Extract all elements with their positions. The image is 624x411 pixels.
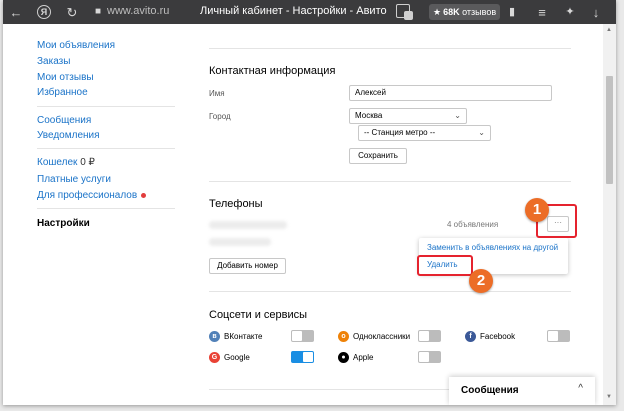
lock-icon: ■ (94, 6, 102, 17)
browser-toolbar: ← Я ↻ ■ www.avito.ru Личный кабинет - На… (3, 0, 616, 24)
service-name: Google (224, 352, 250, 362)
contact-info-heading: Контактная информация (209, 65, 336, 77)
highlight-delete-item (417, 255, 473, 276)
sidebar-item-notifications[interactable]: Уведомления (37, 130, 100, 141)
phones-heading: Телефоны (209, 198, 263, 210)
sidebar-divider (37, 106, 175, 107)
service-odnoklassniki: о Одноклассники (338, 329, 410, 343)
reviews-label: отзывов (462, 7, 497, 17)
scroll-down-icon[interactable]: ▼ (606, 394, 612, 400)
service-name: Apple (353, 352, 374, 362)
sidebar-item-wallet[interactable]: Кошелек 0 ₽ (37, 157, 95, 168)
scroll-up-icon[interactable]: ▲ (606, 27, 612, 33)
blurred-phone-number (209, 221, 287, 229)
service-name: ВКонтакте (224, 331, 263, 341)
section-divider (209, 48, 571, 49)
sidebar-item-for-pros[interactable]: Для профессионалов (37, 190, 147, 201)
step-marker-2: 2 (469, 269, 493, 293)
step-marker-1: 1 (525, 198, 549, 222)
apple-toggle[interactable] (418, 351, 441, 363)
refresh-icon[interactable]: ↻ (63, 3, 81, 21)
phone-ads-count: 4 объявления (447, 220, 499, 229)
sidebar-item-orders[interactable]: Заказы (37, 56, 70, 67)
chevron-down-icon: ⌄ (454, 111, 461, 120)
tab-icon[interactable] (396, 4, 413, 20)
section-divider (209, 291, 571, 292)
chevron-up-icon[interactable]: ^ (578, 383, 583, 394)
service-google: G Google (209, 350, 250, 364)
blurred-phone-number (209, 238, 271, 246)
sidebar-divider (37, 208, 175, 209)
menu-icon[interactable]: ≡ (533, 3, 551, 21)
sidebar-divider (37, 148, 175, 149)
sidebar-item-my-ads[interactable]: Мои объявления (37, 40, 115, 51)
sidebar-item-paid-services[interactable]: Платные услуги (37, 174, 111, 185)
service-vkontakte: в ВКонтакте (209, 329, 263, 343)
service-name: Facebook (480, 331, 516, 341)
messages-panel-title: Сообщения (461, 385, 519, 396)
browser-window: ← Я ↻ ■ www.avito.ru Личный кабинет - На… (3, 0, 616, 405)
section-divider (209, 181, 571, 182)
messages-panel[interactable]: Сообщения ^ (449, 377, 595, 405)
page-tab-title: Личный кабинет - Настройки - Авито (200, 5, 387, 17)
service-facebook: f Facebook (465, 329, 515, 343)
ok-icon: о (338, 330, 349, 342)
city-value: Москва (355, 111, 383, 120)
city-select[interactable]: Москва ⌄ (349, 108, 467, 124)
for-pros-label: Для профессионалов (37, 190, 138, 201)
sidebar-item-my-reviews[interactable]: Мои отзывы (37, 72, 94, 83)
google-toggle[interactable] (291, 351, 314, 363)
wallet-balance: 0 ₽ (80, 157, 95, 168)
vk-toggle[interactable] (291, 330, 314, 342)
facebook-icon: f (465, 330, 476, 342)
name-label: Имя (209, 89, 225, 98)
facebook-toggle[interactable] (547, 330, 570, 342)
notification-dot-icon (141, 192, 147, 198)
chevron-down-icon: ⌄ (478, 128, 485, 137)
reviews-count: 68K (443, 7, 460, 17)
service-apple: ● Apple (338, 350, 373, 364)
city-label: Город (209, 112, 231, 121)
page-scrollbar[interactable]: ▲ ▼ (603, 24, 616, 405)
download-icon[interactable]: ↓ (587, 3, 605, 21)
wallet-label: Кошелек (37, 157, 78, 168)
service-name: Одноклассники (353, 331, 411, 341)
name-input[interactable]: Алексей (349, 85, 552, 101)
save-button[interactable]: Сохранить (349, 148, 407, 164)
sidebar-item-settings[interactable]: Настройки (37, 218, 90, 229)
star-icon: ★ (433, 7, 442, 17)
social-heading: Соцсети и сервисы (209, 309, 308, 321)
google-icon: G (209, 351, 220, 363)
sidebar-item-favorites[interactable]: Избранное (37, 87, 88, 98)
add-phone-button[interactable]: Добавить номер (209, 258, 286, 274)
vk-icon: в (209, 330, 220, 342)
sidebar-item-messages[interactable]: Сообщения (37, 115, 91, 126)
extension-icon[interactable]: ✦ (561, 3, 579, 21)
metro-value: -- Станция метро -- (364, 128, 436, 137)
address-bar[interactable]: www.avito.ru (107, 5, 169, 17)
menu-item-replace-phone[interactable]: Заменить в объявлениях на другой (427, 243, 558, 252)
back-icon[interactable]: ← (7, 3, 25, 21)
yandex-icon[interactable]: Я (37, 5, 51, 19)
scrollbar-thumb[interactable] (606, 76, 613, 184)
metro-select[interactable]: -- Станция метро -- ⌄ (358, 125, 491, 141)
ok-toggle[interactable] (418, 330, 441, 342)
reviews-badge[interactable]: ★ 68K отзывов (429, 4, 501, 20)
bookmark-icon[interactable]: ▮ (503, 3, 521, 21)
apple-icon: ● (338, 351, 349, 363)
